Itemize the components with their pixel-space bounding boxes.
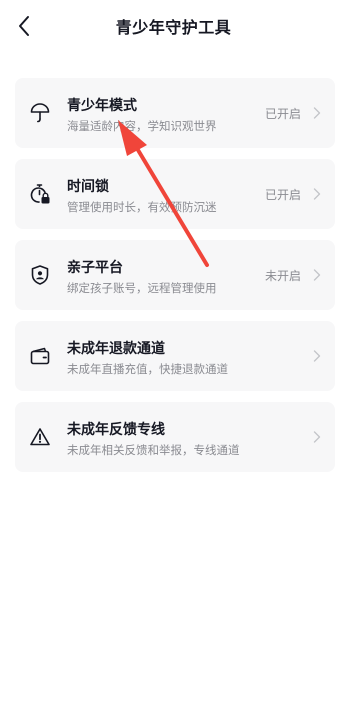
umbrella-icon (29, 102, 51, 124)
chevron-right-icon (311, 429, 323, 445)
status-label: 未开启 (264, 269, 301, 283)
status-label: 已开启 (264, 188, 301, 202)
parent-platform-card[interactable]: 亲子平台 绑定孩子账号，远程管理使用 未开启 (15, 240, 335, 310)
card-title: 亲子平台 (67, 260, 123, 276)
tool-list: 青少年模式 海量适龄内容，学知识观世界 已开启 时间锁 管理使用时长，有效预防沉… (15, 78, 335, 483)
card-description: 绑定孩子账号，远程管理使用 (67, 281, 217, 295)
refund-channel-card[interactable]: 未成年退款通道 未成年直播充值，快捷退款通道 (15, 321, 335, 391)
card-title: 时间锁 (67, 179, 109, 195)
warning-icon (29, 426, 51, 448)
card-description: 未成年直播充值，快捷退款通道 (67, 362, 228, 376)
card-description: 海量适龄内容，学知识观世界 (67, 119, 217, 133)
teen-mode-card[interactable]: 青少年模式 海量适龄内容，学知识观世界 已开启 (15, 78, 335, 148)
screen: 青少年守护工具 青少年模式 海量适龄内容，学知识观世界 已开启 时间锁 管理使用… (0, 0, 347, 706)
parent-shield-icon (29, 264, 51, 286)
chevron-right-icon (311, 105, 323, 121)
card-title: 青少年模式 (67, 98, 137, 114)
page-title: 青少年守护工具 (115, 18, 232, 37)
status-label: 已开启 (264, 107, 301, 121)
card-title: 未成年退款通道 (67, 341, 165, 357)
chevron-right-icon (311, 267, 323, 283)
nav-bar: 青少年守护工具 (0, 0, 347, 52)
chevron-right-icon (311, 186, 323, 202)
card-title: 未成年反馈专线 (67, 422, 165, 438)
timer-lock-icon (29, 183, 51, 205)
card-description: 管理使用时长，有效预防沉迷 (67, 200, 217, 214)
wallet-icon (29, 345, 51, 367)
card-description: 未成年相关反馈和举报，专线通道 (67, 443, 240, 457)
chevron-right-icon (311, 348, 323, 364)
feedback-line-card[interactable]: 未成年反馈专线 未成年相关反馈和举报，专线通道 (15, 402, 335, 472)
time-lock-card[interactable]: 时间锁 管理使用时长，有效预防沉迷 已开启 (15, 159, 335, 229)
